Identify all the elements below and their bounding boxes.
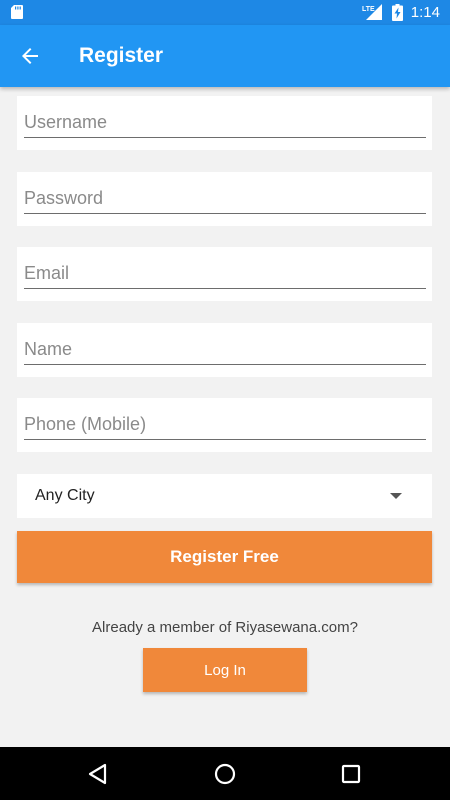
register-button[interactable]: Register Free	[17, 531, 432, 583]
dropdown-arrow-icon	[390, 493, 402, 499]
city-select[interactable]: Any City	[17, 474, 432, 518]
system-nav-bar	[0, 747, 450, 800]
city-selected-value: Any City	[35, 487, 95, 504]
page-title: Register	[79, 44, 164, 67]
home-circle-icon[interactable]	[209, 758, 241, 790]
password-card	[17, 172, 432, 226]
phone-card	[17, 398, 432, 452]
signal-icon: LTE	[362, 4, 382, 20]
recents-square-icon[interactable]	[335, 758, 367, 790]
email-card	[17, 247, 432, 301]
battery-charging-icon	[391, 4, 403, 21]
arrow-back-icon[interactable]	[14, 40, 46, 72]
name-card	[17, 323, 432, 377]
back-triangle-icon[interactable]	[82, 758, 114, 790]
name-input[interactable]	[24, 337, 426, 365]
username-card	[17, 96, 432, 150]
sd-card-icon	[11, 5, 23, 19]
network-type-label: LTE	[362, 6, 375, 13]
login-button[interactable]: Log In	[143, 648, 307, 692]
email-input[interactable]	[24, 261, 426, 289]
password-input[interactable]	[24, 186, 426, 214]
status-time: 1:14	[410, 4, 440, 21]
app-bar: Register	[0, 25, 450, 87]
phone-input[interactable]	[24, 412, 426, 440]
status-bar: LTE 1:14	[0, 0, 450, 25]
member-prompt: Already a member of Riyasewana.com?	[92, 619, 358, 636]
username-input[interactable]	[24, 110, 426, 138]
